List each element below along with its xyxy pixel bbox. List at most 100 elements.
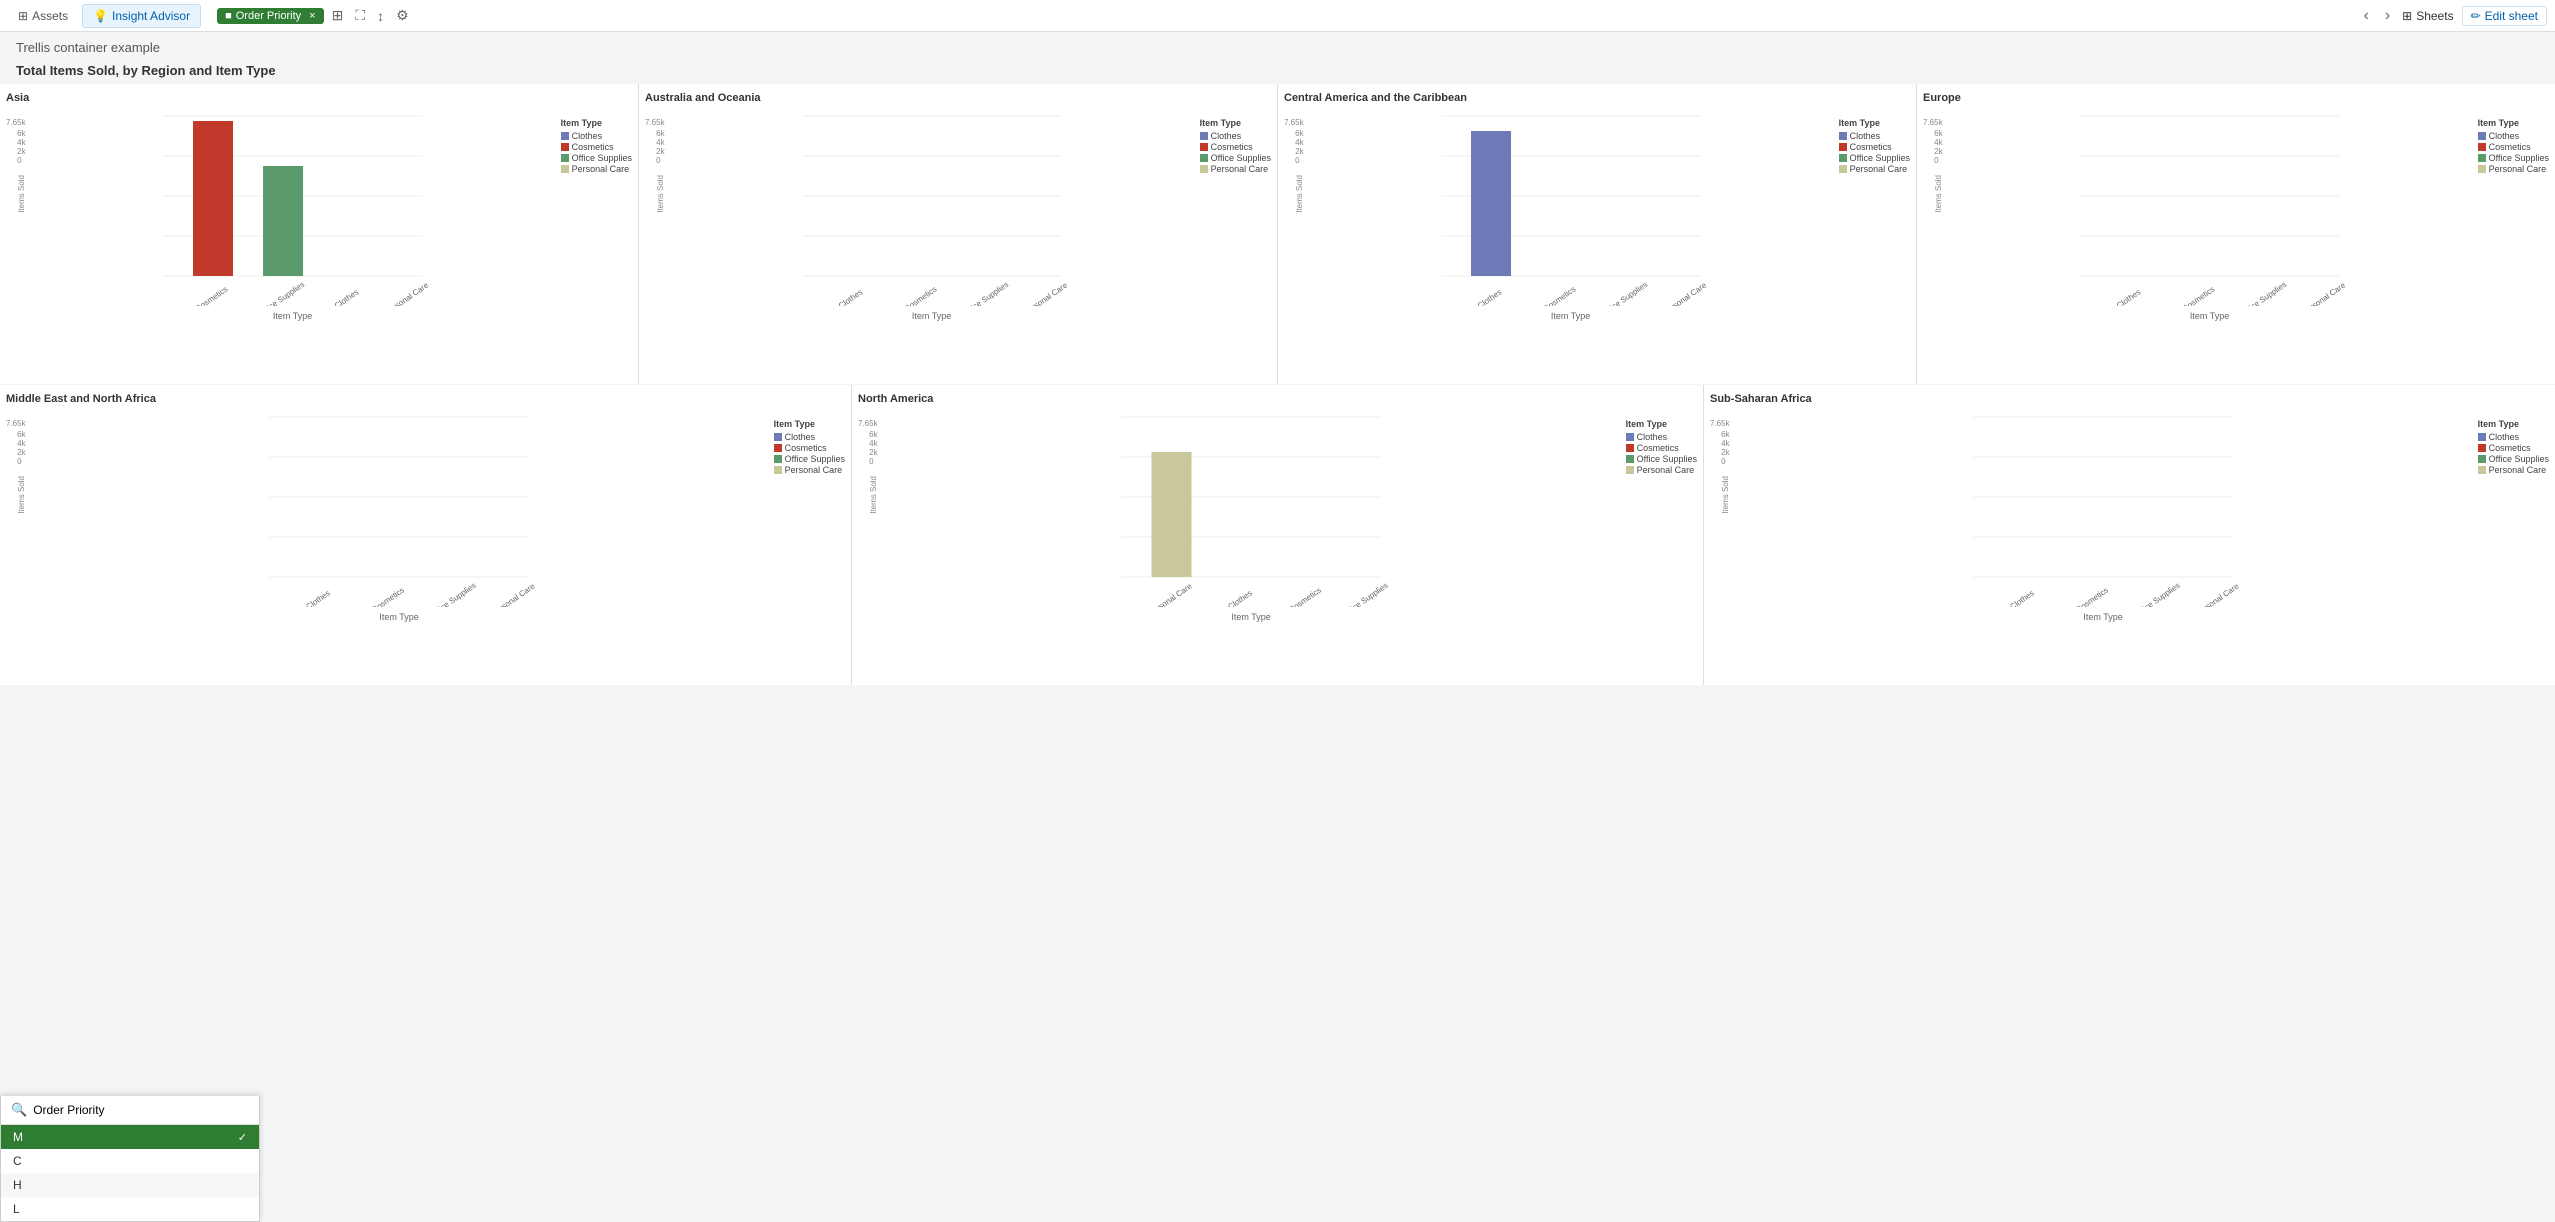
tab-assets[interactable]: ⊞ Assets [8, 5, 78, 27]
assets-icon: ⊞ [18, 9, 28, 23]
chart-content-central: 7.65k 6k 4k 2k 0 Items Sold [1284, 106, 1910, 321]
region-title-australia: Australia and Oceania [645, 92, 1271, 104]
legend-asia: Item Type Clothes Cosmetics Office Suppl… [557, 106, 632, 175]
bar-chart-europe: Clothes Cosmetics Office Supplies Person… [1946, 106, 2474, 321]
svg-text:Personal Care: Personal Care [1022, 280, 1070, 306]
icon-btn-1[interactable]: ⊞ [328, 5, 348, 26]
dropdown-item-label-c: C [13, 1154, 22, 1168]
icon-btn-4[interactable]: ⚙ [392, 5, 413, 26]
y-axis-australia: 7.65k 6k 4k 2k 0 Items Sold [645, 106, 665, 213]
toolbar: ⊞ Assets 💡 Insight Advisor ■ Order Prior… [0, 0, 2555, 32]
chart-central-america: Central America and the Caribbean 7.65k … [1278, 84, 1916, 384]
dropdown-item-l[interactable]: L [1, 1197, 259, 1221]
dropdown-item-h[interactable]: H [1, 1173, 259, 1197]
svg-text:Personal Care: Personal Care [2300, 280, 2348, 306]
toolbar-left: ⊞ Assets 💡 Insight Advisor ■ Order Prior… [8, 4, 2353, 28]
active-tab-label: Order Priority [236, 10, 301, 22]
svg-text:Personal Care: Personal Care [1146, 581, 1194, 607]
svg-text:Clothes: Clothes [836, 287, 863, 306]
svg-text:Personal Care: Personal Care [489, 581, 537, 607]
icon-btn-2[interactable]: ⛶ [351, 5, 369, 26]
chart-content-australia: 7.65k 6k 4k 2k 0 Items Sold Clothes [645, 106, 1271, 321]
sheets-icon: ⊞ [2402, 9, 2412, 23]
x-label-europe: Item Type [1946, 311, 2474, 321]
bar-chart-ssa: Clothes Cosmetics Office Supplies Person… [1733, 407, 2474, 622]
bottom-dropdown-panel: 🔍 M ✓ C H L [0, 1096, 260, 1222]
icon-btn-3[interactable]: ↕ [373, 6, 388, 26]
edit-icon: ✏ [2471, 9, 2481, 23]
search-bar: 🔍 [1, 1096, 259, 1125]
bar-chart-central: Clothes Cosmetics Office Supplies Person… [1307, 106, 1835, 321]
search-input[interactable] [33, 1103, 249, 1117]
y-axis-central: 7.65k 6k 4k 2k 0 Items Sold [1284, 106, 1304, 213]
x-label-me: Item Type [29, 612, 770, 622]
toolbar-right: ‹ › ⊞ Sheets ✏ Edit sheet [2359, 3, 2547, 29]
active-tab-icon: ■ [225, 10, 232, 22]
svg-text:Clothes: Clothes [332, 287, 359, 306]
x-label-central: Item Type [1307, 311, 1835, 321]
chart-subsaharan: Sub-Saharan Africa 7.65k 6k 4k 2k 0 Item… [1704, 385, 2555, 685]
region-title-north-america: North America [858, 393, 1697, 405]
svg-text:Cosmetics: Cosmetics [2074, 586, 2110, 607]
dropdown-item-label-l: L [13, 1202, 20, 1216]
nav-next[interactable]: › [2381, 3, 2394, 29]
legend-central: Item Type Clothes Cosmetics Office Suppl… [1835, 106, 1910, 175]
region-title-subsaharan: Sub-Saharan Africa [1710, 393, 2549, 405]
page-title: Trellis container example [16, 40, 160, 55]
close-tab-icon[interactable]: × [309, 10, 315, 22]
dropdown-item-m[interactable]: M ✓ [1, 1125, 259, 1149]
chart-content-asia: 7.65k 6k 4k 2k 0 Items Sold [6, 106, 632, 321]
legend-me: Item Type Clothes Cosmetics Office Suppl… [770, 407, 845, 476]
legend-ssa: Item Type Clothes Cosmetics Office Suppl… [2474, 407, 2549, 476]
x-label-australia: Item Type [668, 311, 1196, 321]
svg-text:Office Supplies: Office Supplies [1340, 581, 1389, 607]
svg-text:Office Supplies: Office Supplies [257, 280, 306, 306]
y-axis-me: 7.65k 6k 4k 2k 0 Items Sold [6, 407, 26, 514]
svg-text:Clothes: Clothes [2114, 287, 2141, 306]
dropdown-item-c[interactable]: C [1, 1149, 259, 1173]
svg-text:Office Supplies: Office Supplies [2132, 581, 2181, 607]
chart-content-na: 7.65k 6k 4k 2k 0 Items Sold [858, 407, 1697, 622]
svg-text:Office Supplies: Office Supplies [961, 280, 1010, 306]
svg-text:Cosmetics: Cosmetics [1287, 586, 1323, 607]
svg-text:Clothes: Clothes [304, 588, 331, 607]
bar-chart-na: Personal Care Clothes Cosmetics Office S… [881, 407, 1622, 622]
y-axis-asia: 7.65k 6k 4k 2k 0 Items Sold [6, 106, 26, 213]
edit-label: Edit sheet [2485, 9, 2538, 23]
x-label-ssa: Item Type [1733, 612, 2474, 622]
region-title-europe: Europe [1923, 92, 2549, 104]
dropdown-item-label-m: M [13, 1130, 23, 1144]
insight-label: Insight Advisor [112, 9, 190, 23]
region-title-central-america: Central America and the Caribbean [1284, 92, 1910, 104]
checkmark-icon-m: ✓ [238, 1131, 247, 1144]
svg-text:Office Supplies: Office Supplies [1600, 280, 1649, 306]
svg-text:Clothes: Clothes [1226, 588, 1253, 607]
nav-prev[interactable]: ‹ [2359, 3, 2372, 29]
insight-icon: 💡 [93, 9, 108, 23]
svg-text:Cosmetics: Cosmetics [2180, 285, 2216, 306]
svg-text:Personal Care: Personal Care [2193, 581, 2241, 607]
y-axis-ssa: 7.65k 6k 4k 2k 0 Items Sold [1710, 407, 1730, 514]
chart-middle-east: Middle East and North Africa 7.65k 6k 4k… [0, 385, 851, 685]
tab-insight[interactable]: 💡 Insight Advisor [82, 4, 201, 28]
chart-north-america: North America 7.65k 6k 4k 2k 0 Items Sol… [852, 385, 1703, 685]
x-label-na: Item Type [881, 612, 1622, 622]
trellis-row-2: Middle East and North Africa 7.65k 6k 4k… [0, 385, 2555, 685]
chart-europe: Europe 7.65k 6k 4k 2k 0 Items Sold [1917, 84, 2555, 384]
svg-text:Personal Care: Personal Care [383, 280, 431, 306]
edit-sheet-button[interactable]: ✏ Edit sheet [2462, 6, 2547, 26]
svg-text:Personal Care: Personal Care [1661, 280, 1709, 306]
tab-order-priority[interactable]: ■ Order Priority × [217, 8, 324, 24]
svg-text:Cosmetics: Cosmetics [193, 285, 229, 306]
chart-australia: Australia and Oceania 7.65k 6k 4k 2k 0 I… [639, 84, 1277, 384]
legend-australia: Item Type Clothes Cosmetics Office Suppl… [1196, 106, 1271, 175]
svg-text:Office Supplies: Office Supplies [428, 581, 477, 607]
svg-text:Cosmetics: Cosmetics [1541, 285, 1577, 306]
sheets-button[interactable]: ⊞ Sheets [2402, 9, 2453, 23]
svg-text:Cosmetics: Cosmetics [902, 285, 938, 306]
legend-na: Item Type Clothes Cosmetics Office Suppl… [1622, 407, 1697, 476]
chart-main-title: Total Items Sold, by Region and Item Typ… [0, 59, 2555, 84]
trellis-row-1: Asia 7.65k 6k 4k 2k 0 Items Sold [0, 84, 2555, 384]
x-label-asia: Item Type [29, 311, 557, 321]
y-axis-europe: 7.65k 6k 4k 2k 0 Items Sold [1923, 106, 1943, 213]
